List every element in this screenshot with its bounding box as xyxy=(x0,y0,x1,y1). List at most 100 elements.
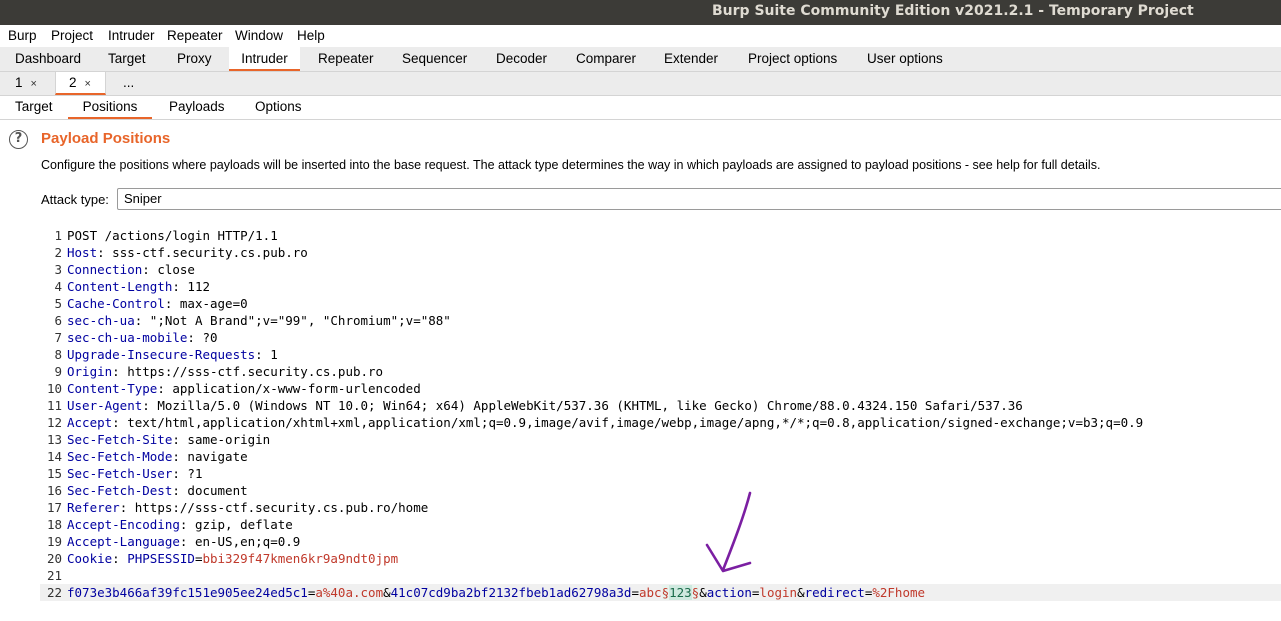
header-line: 4 Content-Length: 112 xyxy=(40,278,1281,295)
header-line: 17 Referer: https://sss-ctf.security.cs.p… xyxy=(40,499,1281,516)
help-icon[interactable]: ? xyxy=(9,130,28,149)
line-number: 3 xyxy=(54,262,62,277)
header-line: 19 Accept-Language: en-US,en;q=0.9 xyxy=(40,533,1281,550)
header-value: en-US,en;q=0.9 xyxy=(187,534,301,549)
header-line: 12 Accept: text/html,application/xhtml+xm… xyxy=(40,414,1281,431)
attack-tab-1[interactable]: 1 × xyxy=(0,72,47,95)
header-value: ?1 xyxy=(179,466,203,481)
request-editor[interactable]: 1 POST /actions/login HTTP/1.1 2 Host: sss… xyxy=(40,227,1281,621)
menu-intruder[interactable]: Intruder xyxy=(108,28,155,43)
intruder-tab-payloads[interactable]: Payloads xyxy=(169,96,225,119)
param-name: redirect xyxy=(804,585,865,600)
line-number: 10 xyxy=(46,381,62,396)
cookie-name: PHPSESSID xyxy=(119,551,195,566)
intruder-tab-options[interactable]: Options xyxy=(255,96,302,119)
header-name: Accept-Language xyxy=(67,534,180,549)
param-value: abc xyxy=(638,585,662,600)
tab-extender[interactable]: Extender xyxy=(664,51,718,66)
intruder-tab-positions[interactable]: Positions xyxy=(68,96,152,119)
line-number: 20 xyxy=(46,551,62,566)
param-name: 41c07cd9ba2bf2132fbeb1ad62798a3d xyxy=(390,585,632,600)
payload-marker-close: § xyxy=(691,585,700,600)
cookie-line: 20 Cookie: PHPSESSID=bbi329f47kmen6kr9a9n… xyxy=(40,550,1281,567)
menu-burp[interactable]: Burp xyxy=(8,28,37,43)
section-description: Configure the positions where payloads w… xyxy=(41,158,1101,172)
header-name: Host xyxy=(67,245,98,260)
attack-tab-2[interactable]: 2 × xyxy=(55,72,106,95)
header-name: Connection xyxy=(67,262,143,277)
header-value: same-origin xyxy=(179,432,271,447)
line-number: 2 xyxy=(54,245,62,260)
line-number: 4 xyxy=(54,279,62,294)
menu-help[interactable]: Help xyxy=(297,28,325,43)
close-icon[interactable]: × xyxy=(85,78,91,90)
tab-dashboard[interactable]: Dashboard xyxy=(15,51,81,66)
header-value: sss-ctf.security.cs.pub.ro xyxy=(104,245,308,260)
intruder-tab-bar: Target Positions Payloads Options xyxy=(0,96,1281,120)
menu-bar: Burp Project Intruder Repeater Window He… xyxy=(0,25,1281,47)
header-line: 14 Sec-Fetch-Mode: navigate xyxy=(40,448,1281,465)
header-line: 9 Origin: https://sss-ctf.security.cs.pub… xyxy=(40,363,1281,380)
header-line: 8 Upgrade-Insecure-Requests: 1 xyxy=(40,346,1281,363)
header-value: https://sss-ctf.security.cs.pub.ro xyxy=(119,364,384,379)
header-name: Content-Type xyxy=(67,381,158,396)
payload-position[interactable]: 123 xyxy=(669,585,692,600)
tab-target[interactable]: Target xyxy=(108,51,146,66)
tab-comparer[interactable]: Comparer xyxy=(576,51,636,66)
header-line: 3 Connection: close xyxy=(40,261,1281,278)
header-value: https://sss-ctf.security.cs.pub.ro/home xyxy=(127,500,429,515)
attack-type-label: Attack type: xyxy=(41,192,109,207)
line-number: 14 xyxy=(46,449,62,464)
attack-type-select[interactable]: Sniper xyxy=(117,188,1281,210)
param-value: a%40a.com xyxy=(315,585,384,600)
header-line: 10 Content-Type: application/x-www-form-u… xyxy=(40,380,1281,397)
menu-repeater[interactable]: Repeater xyxy=(167,28,223,43)
header-line: 2 Host: sss-ctf.security.cs.pub.ro xyxy=(40,244,1281,261)
tab-project-options[interactable]: Project options xyxy=(748,51,837,66)
header-name: Cache-Control xyxy=(67,296,165,311)
line-number: 17 xyxy=(46,500,62,515)
menu-window[interactable]: Window xyxy=(235,28,283,43)
line-number: 21 xyxy=(46,568,62,583)
tab-repeater[interactable]: Repeater xyxy=(318,51,374,66)
header-name: Accept-Encoding xyxy=(67,517,180,532)
header-line: 13 Sec-Fetch-Site: same-origin xyxy=(40,431,1281,448)
tab-decoder[interactable]: Decoder xyxy=(496,51,547,66)
new-attack-tab[interactable]: ... xyxy=(106,72,156,95)
header-line: 11 User-Agent: Mozilla/5.0 (Windows NT 10… xyxy=(40,397,1281,414)
tab-intruder[interactable]: Intruder xyxy=(229,47,300,71)
header-name: sec-ch-ua xyxy=(67,313,135,328)
header-line: 5 Cache-Control: max-age=0 xyxy=(40,295,1281,312)
close-icon[interactable]: × xyxy=(31,78,37,90)
header-line: 16 Sec-Fetch-Dest: document xyxy=(40,482,1281,499)
header-value: 112 xyxy=(179,279,210,294)
param-value: %2Fhome xyxy=(872,585,926,600)
header-name: Cookie xyxy=(67,551,113,566)
cookie-value: bbi329f47kmen6kr9a9ndt0jpm xyxy=(202,551,399,566)
line-number: 22 xyxy=(46,585,62,600)
header-name: User-Agent xyxy=(67,398,143,413)
tab-proxy[interactable]: Proxy xyxy=(177,51,212,66)
line-number: 9 xyxy=(54,364,62,379)
header-name: Sec-Fetch-User xyxy=(67,466,173,481)
line-number: 18 xyxy=(46,517,62,532)
intruder-tab-target[interactable]: Target xyxy=(15,96,53,119)
line-number: 13 xyxy=(46,432,62,447)
request-line-text: POST /actions/login HTTP/1.1 xyxy=(67,228,278,243)
line-number: 19 xyxy=(46,534,62,549)
line-number: 16 xyxy=(46,483,62,498)
line-number: 1 xyxy=(54,228,62,243)
tab-sequencer[interactable]: Sequencer xyxy=(402,51,467,66)
line-number: 8 xyxy=(54,347,62,362)
header-line: 15 Sec-Fetch-User: ?1 xyxy=(40,465,1281,482)
menu-project[interactable]: Project xyxy=(51,28,93,43)
header-value: navigate xyxy=(179,449,248,464)
header-value: ?0 xyxy=(194,330,218,345)
header-value: document xyxy=(179,483,248,498)
body-line: 22 f073e3b466af39fc151e905ee24ed5c1=a%40a… xyxy=(40,584,1281,601)
header-line: 6 sec-ch-ua: ";Not A Brand";v="99", "Chro… xyxy=(40,312,1281,329)
annotation-arrow-icon xyxy=(705,491,752,573)
tab-user-options[interactable]: User options xyxy=(867,51,943,66)
header-line: 18 Accept-Encoding: gzip, deflate xyxy=(40,516,1281,533)
header-line: 7 sec-ch-ua-mobile: ?0 xyxy=(40,329,1281,346)
